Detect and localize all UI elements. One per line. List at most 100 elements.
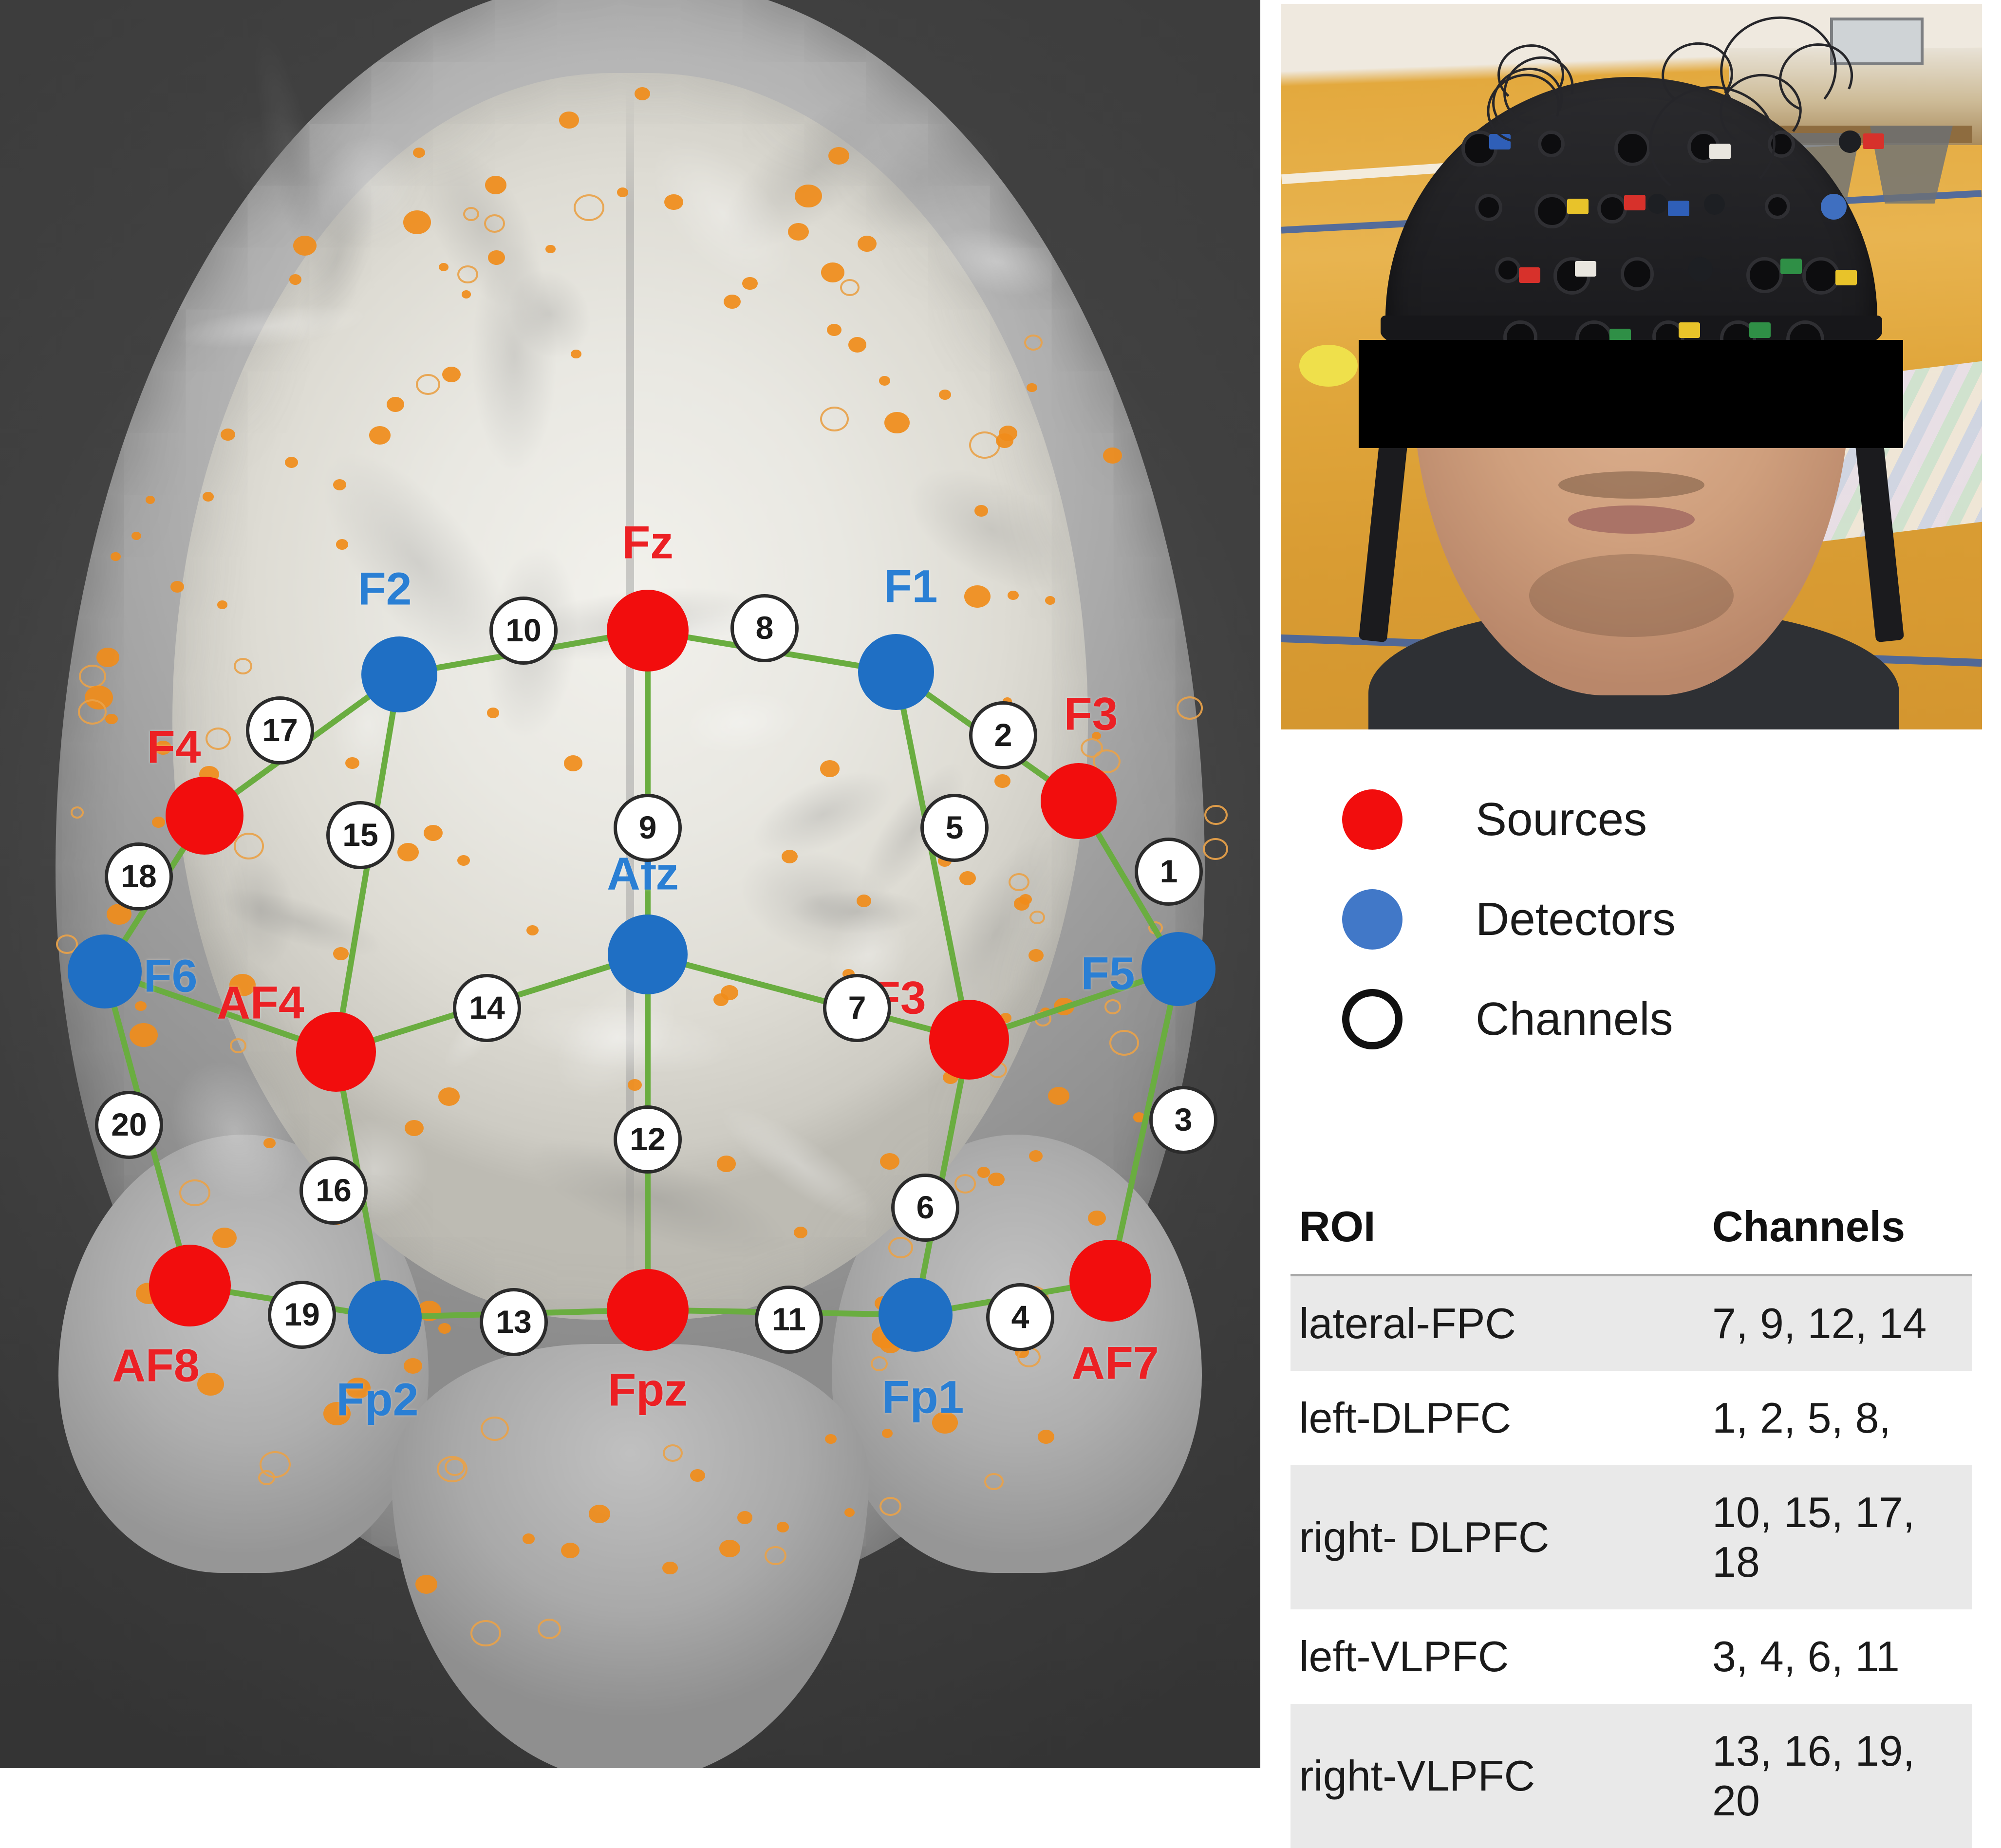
source-optode-AF3 <box>929 1000 1009 1080</box>
legend-label-channels: Channels <box>1476 992 1673 1046</box>
table-cell-channels: 7, 9, 12, 14 <box>1703 1275 1972 1371</box>
channel-marker-11: 11 <box>755 1286 823 1354</box>
table-cell-roi: lateral-FPC <box>1290 1275 1703 1371</box>
table-body: lateral-FPC7, 9, 12, 14left-DLPFC1, 2, 5… <box>1290 1275 1972 1848</box>
source-label-AF4: AF4 <box>217 977 304 1030</box>
channel-marker-13: 13 <box>480 1288 548 1356</box>
source-label-Fpz: Fpz <box>608 1364 688 1417</box>
channel-marker-8: 8 <box>730 594 799 662</box>
cap-optode-holder <box>1475 194 1502 221</box>
legend-label-detectors: Detectors <box>1476 893 1676 946</box>
source-optode-Fpz <box>607 1269 689 1351</box>
cap-color-tag <box>1668 201 1689 216</box>
channel-marker-18: 18 <box>105 842 173 911</box>
source-optode-F4 <box>166 777 243 855</box>
channel-marker-19: 19 <box>268 1281 336 1349</box>
channel-marker-10: 10 <box>489 597 558 665</box>
cap-color-tag <box>1679 322 1700 338</box>
subject-chin-shadow <box>1529 554 1734 637</box>
black-outline-circle-icon <box>1342 989 1403 1049</box>
detector-label-F5: F5 <box>1081 948 1135 1001</box>
detector-optode-Fp2 <box>348 1280 422 1354</box>
table-header-row: ROI Channels <box>1290 1193 1972 1275</box>
legend-item-detectors: Detectors <box>1290 869 1971 969</box>
montage-panel: FzF3F4AF3AF4FpzAF7AF8F1F2AfzF5F6Fp1Fp212… <box>0 0 1260 1768</box>
source-optode-AF4 <box>296 1012 376 1092</box>
detector-label-F1: F1 <box>884 560 938 614</box>
source-label-AF8: AF8 <box>112 1340 199 1393</box>
cap-color-tag <box>1567 199 1589 214</box>
table-cell-channels: 13, 16, 19, 20 <box>1703 1704 1972 1848</box>
source-label-F4: F4 <box>147 721 201 774</box>
legend-item-channels: Channels <box>1290 969 1971 1069</box>
source-optode-Fz <box>607 590 689 672</box>
channel-marker-5: 5 <box>920 794 989 862</box>
channel-marker-20: 20 <box>95 1091 163 1159</box>
channel-marker-7: 7 <box>823 974 891 1042</box>
cap-optode-holder <box>1534 194 1569 228</box>
source-optode-F3 <box>1041 763 1117 839</box>
cap-optode-holder <box>1597 194 1627 224</box>
table-row: left-DLPFC1, 2, 5, 8, <box>1290 1371 1972 1465</box>
cap-color-tag <box>1519 267 1540 283</box>
cap-optode-holder <box>1802 257 1840 295</box>
cap-color-tag <box>1835 270 1857 285</box>
source-optode-AF7 <box>1069 1240 1151 1322</box>
table-cell-channels: 3, 4, 6, 11 <box>1703 1609 1972 1704</box>
subject-moustache <box>1558 471 1704 499</box>
cap-optode-holder <box>1495 257 1521 283</box>
detector-optode-F5 <box>1141 932 1216 1006</box>
channel-marker-14: 14 <box>453 974 521 1042</box>
privacy-eye-bar <box>1359 340 1903 448</box>
table-cell-channels: 1, 2, 5, 8, <box>1703 1371 1972 1465</box>
cap-optode-led <box>1688 257 1713 281</box>
roi-channel-table: ROI Channels lateral-FPC7, 9, 12, 14left… <box>1290 1193 1972 1848</box>
cap-color-tag <box>1863 133 1884 149</box>
detector-optode-Fp1 <box>879 1278 953 1352</box>
detector-label-F6: F6 <box>144 950 198 1003</box>
cap-optode-holder <box>1746 257 1782 293</box>
channel-marker-2: 2 <box>969 701 1037 769</box>
cap-optode-holder <box>1765 194 1790 219</box>
montage-graph: FzF3F4AF3AF4FpzAF7AF8F1F2AfzF5F6Fp1Fp212… <box>0 0 1260 1768</box>
channel-marker-12: 12 <box>614 1105 682 1174</box>
detector-optode-F1 <box>858 634 934 710</box>
table-row: right-VLPFC13, 16, 19, 20 <box>1290 1704 1972 1848</box>
channel-link <box>645 631 651 954</box>
cap-color-tag <box>1780 259 1802 274</box>
channel-marker-9: 9 <box>614 794 682 862</box>
participant-photo <box>1281 4 1982 729</box>
source-label-Fz: Fz <box>622 517 673 570</box>
table-header-channels: Channels <box>1703 1193 1972 1275</box>
channel-marker-4: 4 <box>986 1283 1054 1351</box>
channel-marker-3: 3 <box>1149 1086 1217 1154</box>
subject-mouth <box>1568 505 1695 534</box>
table-cell-roi: right- DLPFC <box>1290 1465 1703 1609</box>
legend-label-sources: Sources <box>1476 793 1647 846</box>
detector-label-Fp2: Fp2 <box>337 1374 419 1427</box>
source-optode-AF8 <box>149 1245 231 1326</box>
table-row: left-VLPFC3, 4, 6, 11 <box>1290 1609 1972 1704</box>
legend: Sources Detectors Channels <box>1290 769 1971 1069</box>
source-label-F3: F3 <box>1064 688 1118 741</box>
cap-color-tag <box>1575 261 1596 277</box>
cap-optode-led <box>1647 194 1667 214</box>
cap-optode-holder <box>1621 257 1654 291</box>
table-row: lateral-FPC7, 9, 12, 14 <box>1290 1275 1972 1371</box>
background-ball <box>1299 345 1358 387</box>
blue-filled-circle-icon <box>1342 889 1403 950</box>
detector-optode-Afz <box>608 915 688 994</box>
table-row: right- DLPFC10, 15, 17, 18 <box>1290 1465 1972 1609</box>
detector-label-F2: F2 <box>358 563 412 616</box>
right-column: Sources Detectors Channels ROI Channels … <box>1260 0 2001 1768</box>
legend-item-sources: Sources <box>1290 769 1971 869</box>
cap-optode-led <box>1839 131 1861 153</box>
table-cell-roi: left-VLPFC <box>1290 1609 1703 1704</box>
red-filled-circle-icon <box>1342 789 1403 850</box>
table-header-roi: ROI <box>1290 1193 1703 1275</box>
source-label-AF7: AF7 <box>1071 1337 1159 1390</box>
cap-color-tag <box>1749 322 1771 338</box>
detector-optode-F6 <box>68 934 142 1008</box>
channel-marker-17: 17 <box>246 696 314 765</box>
table-cell-channels: 10, 15, 17, 18 <box>1703 1465 1972 1609</box>
